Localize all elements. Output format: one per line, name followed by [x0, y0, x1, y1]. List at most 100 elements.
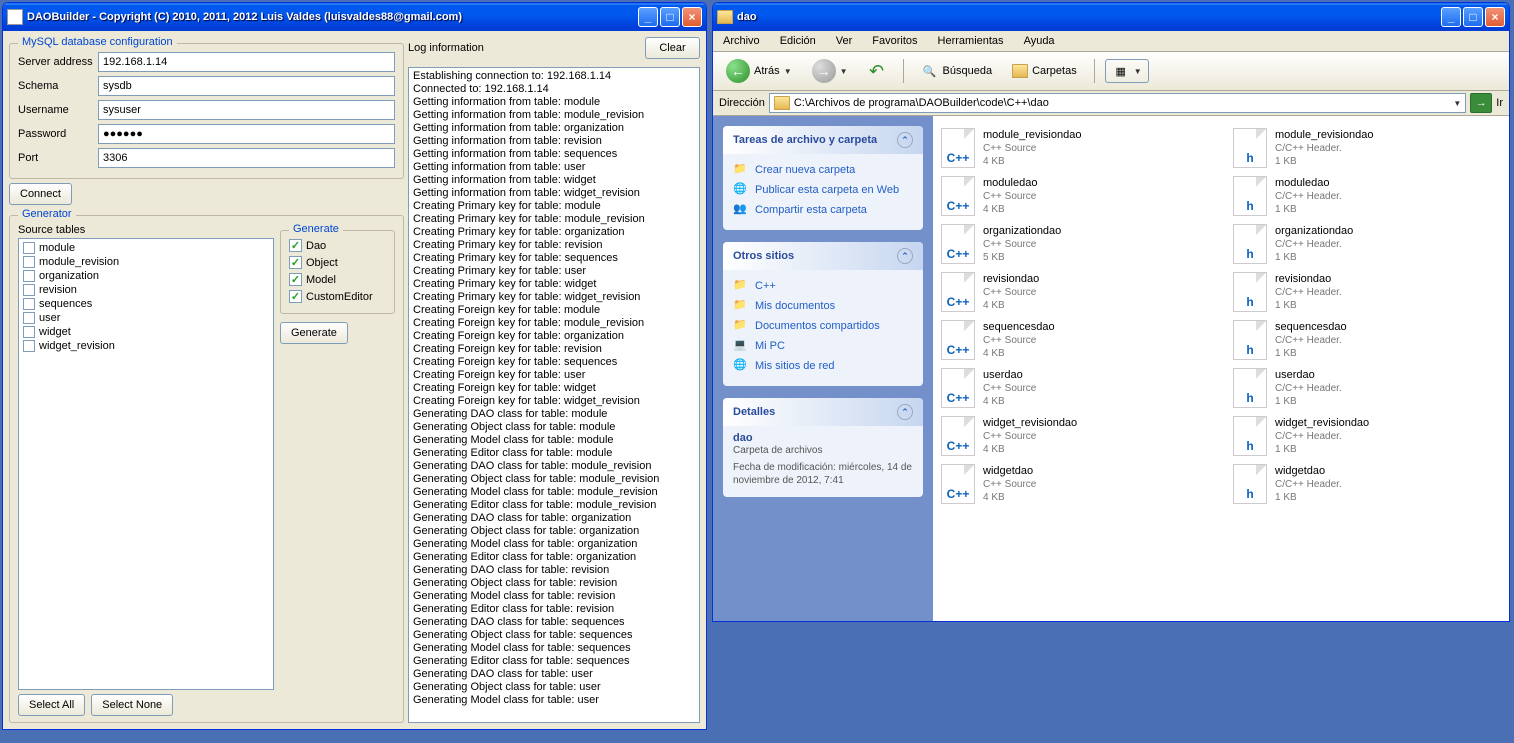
select-none-button[interactable]: Select None: [91, 694, 173, 716]
source-tables-list[interactable]: modulemodule_revisionorganizationrevisio…: [18, 238, 274, 690]
place-link[interactable]: 📁C++: [733, 276, 913, 296]
exp-maximize-button[interactable]: □: [1463, 7, 1483, 27]
views-dropdown-icon[interactable]: ▼: [1134, 67, 1142, 76]
daobuilder-window: DAOBuilder - Copyright (C) 2010, 2011, 2…: [2, 2, 707, 730]
log-textbox[interactable]: Establishing connection to: 192.168.1.14…: [408, 67, 700, 723]
file-item[interactable]: C++module_revisiondaoC++ Source4 KB: [939, 124, 1211, 172]
dao-checkbox-label: Dao: [306, 240, 326, 252]
task-link[interactable]: 📁Crear nueva carpeta: [733, 160, 913, 180]
table-checkbox[interactable]: [23, 270, 35, 282]
file-item[interactable]: huserdaoC/C++ Header.1 KB: [1231, 364, 1503, 412]
file-size: 1 KB: [1275, 347, 1347, 360]
menu-item[interactable]: Archivo: [719, 33, 764, 49]
file-item[interactable]: C++widgetdaoC++ Source4 KB: [939, 460, 1211, 508]
table-checkbox[interactable]: [23, 298, 35, 310]
source-table-item[interactable]: module_revision: [21, 255, 271, 269]
table-checkbox[interactable]: [23, 242, 35, 254]
connect-button[interactable]: Connect: [9, 183, 72, 205]
log-line: Generating DAO class for table: module_r…: [413, 460, 695, 473]
collapse-icon[interactable]: ⌃: [897, 132, 913, 148]
file-item[interactable]: C++userdaoC++ Source4 KB: [939, 364, 1211, 412]
table-checkbox[interactable]: [23, 326, 35, 338]
folders-button[interactable]: Carpetas: [1005, 61, 1084, 81]
explorer-titlebar[interactable]: dao _ □ ×: [713, 3, 1509, 31]
menu-item[interactable]: Favoritos: [868, 33, 921, 49]
file-item[interactable]: hwidgetdaoC/C++ Header.1 KB: [1231, 460, 1503, 508]
menu-item[interactable]: Ayuda: [1020, 33, 1059, 49]
place-link[interactable]: 📁Documentos compartidos: [733, 316, 913, 336]
source-table-item[interactable]: widget_revision: [21, 339, 271, 353]
server-input[interactable]: [98, 52, 395, 72]
place-link[interactable]: 📁Mis documentos: [733, 296, 913, 316]
back-dropdown-icon[interactable]: ▼: [784, 67, 792, 76]
table-checkbox[interactable]: [23, 312, 35, 324]
up-button[interactable]: ↶: [861, 59, 893, 83]
task-link[interactable]: 👥Compartir esta carpeta: [733, 200, 913, 220]
log-line: Generating DAO class for table: revision: [413, 564, 695, 577]
address-label: Dirección: [719, 97, 765, 109]
close-button[interactable]: ×: [682, 7, 702, 27]
file-item[interactable]: hmodule_revisiondaoC/C++ Header.1 KB: [1231, 124, 1503, 172]
place-label: Mis sitios de red: [755, 360, 834, 372]
task-icon: 🌐: [733, 182, 749, 198]
collapse-icon[interactable]: ⌃: [897, 404, 913, 420]
clear-button[interactable]: Clear: [645, 37, 700, 59]
select-all-button[interactable]: Select All: [18, 694, 85, 716]
source-table-item[interactable]: module: [21, 241, 271, 255]
views-button[interactable]: ▦▼: [1105, 59, 1149, 83]
model-checkbox[interactable]: ✓: [289, 273, 302, 286]
file-item[interactable]: C++revisiondaoC++ Source4 KB: [939, 268, 1211, 316]
table-checkbox[interactable]: [23, 340, 35, 352]
table-checkbox[interactable]: [23, 284, 35, 296]
place-link[interactable]: 🌐Mis sitios de red: [733, 356, 913, 376]
menu-item[interactable]: Edición: [776, 33, 820, 49]
address-input[interactable]: C:\Archivos de programa\DAOBuilder\code\…: [769, 93, 1466, 113]
customeditor-checkbox[interactable]: ✓: [289, 290, 302, 303]
source-table-item[interactable]: widget: [21, 325, 271, 339]
password-input[interactable]: [98, 124, 395, 144]
dao-titlebar[interactable]: DAOBuilder - Copyright (C) 2010, 2011, 2…: [3, 3, 706, 31]
file-item[interactable]: C++moduledaoC++ Source4 KB: [939, 172, 1211, 220]
file-item[interactable]: hwidget_revisiondaoC/C++ Header.1 KB: [1231, 412, 1503, 460]
file-item[interactable]: hmoduledaoC/C++ Header.1 KB: [1231, 172, 1503, 220]
file-item[interactable]: hrevisiondaoC/C++ Header.1 KB: [1231, 268, 1503, 316]
forward-button[interactable]: →▼: [805, 56, 855, 86]
exp-minimize-button[interactable]: _: [1441, 7, 1461, 27]
task-link[interactable]: 🌐Publicar esta carpeta en Web: [733, 180, 913, 200]
log-line: Generating Object class for table: revis…: [413, 577, 695, 590]
address-dropdown-icon[interactable]: ▼: [1453, 99, 1461, 108]
back-button[interactable]: ←Atrás▼: [719, 56, 799, 86]
log-line: Generating Model class for table: user: [413, 694, 695, 707]
generate-button[interactable]: Generate: [280, 322, 348, 344]
file-item[interactable]: C++widget_revisiondaoC++ Source4 KB: [939, 412, 1211, 460]
collapse-icon[interactable]: ⌃: [897, 248, 913, 264]
port-input[interactable]: [98, 148, 395, 168]
place-link[interactable]: 💻Mi PC: [733, 336, 913, 356]
source-table-item[interactable]: sequences: [21, 297, 271, 311]
minimize-button[interactable]: _: [638, 7, 658, 27]
source-table-item[interactable]: revision: [21, 283, 271, 297]
maximize-button[interactable]: □: [660, 7, 680, 27]
file-item[interactable]: horganizationdaoC/C++ Header.1 KB: [1231, 220, 1503, 268]
forward-dropdown-icon[interactable]: ▼: [840, 67, 848, 76]
object-checkbox[interactable]: ✓: [289, 256, 302, 269]
source-table-item[interactable]: user: [21, 311, 271, 325]
file-item[interactable]: C++sequencesdaoC++ Source4 KB: [939, 316, 1211, 364]
exp-close-button[interactable]: ×: [1485, 7, 1505, 27]
file-item[interactable]: C++organizationdaoC++ Source5 KB: [939, 220, 1211, 268]
generator-group-title: Generator: [18, 208, 76, 220]
go-button[interactable]: →: [1470, 93, 1492, 113]
dao-checkbox[interactable]: ✓: [289, 239, 302, 252]
schema-input[interactable]: [98, 76, 395, 96]
file-list-pane[interactable]: C++module_revisiondaoC++ Source4 KBC++mo…: [933, 116, 1509, 621]
menu-item[interactable]: Ver: [832, 33, 857, 49]
username-input[interactable]: [98, 100, 395, 120]
file-tasks-title: Tareas de archivo y carpeta: [733, 134, 877, 146]
source-table-item[interactable]: organization: [21, 269, 271, 283]
customeditor-checkbox-label: CustomEditor: [306, 291, 373, 303]
table-checkbox[interactable]: [23, 256, 35, 268]
search-button[interactable]: 🔍Búsqueda: [914, 59, 1000, 83]
table-name: organization: [39, 269, 99, 283]
menu-item[interactable]: Herramientas: [934, 33, 1008, 49]
file-item[interactable]: hsequencesdaoC/C++ Header.1 KB: [1231, 316, 1503, 364]
